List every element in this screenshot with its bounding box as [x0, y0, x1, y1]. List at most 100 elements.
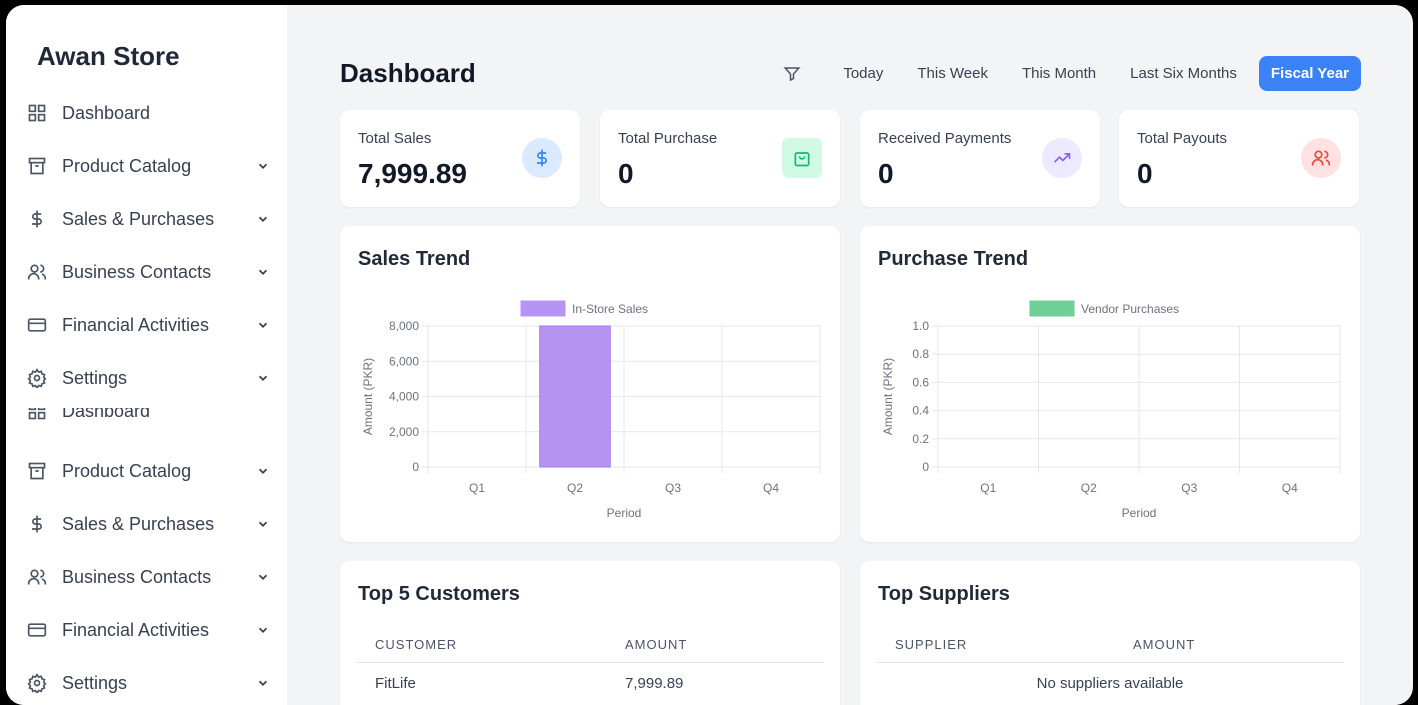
sidebar-item-label: Product Catalog — [62, 460, 192, 481]
dollar-icon — [26, 513, 48, 535]
chevron-down-icon[interactable] — [255, 370, 271, 386]
chevron-down-icon[interactable] — [255, 211, 271, 227]
sidebar-item-label: Dashboard — [62, 102, 151, 123]
sidebar-item-label: Business Contacts — [62, 566, 212, 587]
bar — [539, 325, 611, 468]
chevron-down-icon[interactable] — [255, 569, 271, 585]
divider — [876, 662, 1344, 663]
filter-fiscal-year[interactable]: Fiscal Year — [1258, 56, 1361, 91]
stat-label: Total Sales — [358, 130, 432, 147]
x-tick-label: Q4 — [1282, 481, 1298, 495]
shopping-bag-icon — [782, 138, 822, 178]
stat-value: 0 — [878, 158, 894, 189]
x-tick-label: Q2 — [1081, 481, 1097, 495]
y-tick-label: 1.0 — [912, 319, 929, 333]
y-tick-label: 0.8 — [912, 347, 929, 361]
y-tick-label: 0.2 — [912, 432, 929, 446]
stat-value: 0 — [618, 158, 634, 189]
dollar-icon — [522, 138, 562, 178]
sidebar-item-settings[interactable]: Settings — [26, 360, 271, 396]
sales-trend-chart: In-Store Sales 8,000 6,000 4,000 2,000 0 Q1 Q2 Q… — [361, 300, 821, 520]
sidebar-item-sales-purchases[interactable]: Sales & Purchases — [26, 201, 271, 237]
legend-label: In-Store Sales — [572, 302, 648, 316]
filter-this-week[interactable]: This Week — [905, 56, 1000, 91]
dollar-icon — [26, 208, 48, 230]
sidebar-item-label: Financial Activities — [62, 619, 210, 640]
sidebar-item-business-contacts[interactable]: Business Contacts — [26, 254, 271, 290]
sidebar-item-financial-activities[interactable]: Financial Activities — [26, 307, 271, 343]
filter-icon[interactable] — [781, 63, 803, 85]
sidebar-item-label: Financial Activities — [62, 314, 210, 335]
filter-last-six-months[interactable]: Last Six Months — [1118, 56, 1249, 91]
empty-state: No suppliers available — [1036, 675, 1184, 692]
stat-card-total-purchase: Total Purchase 0 — [600, 110, 840, 207]
users-icon — [26, 566, 48, 588]
stat-label: Total Purchase — [618, 130, 718, 147]
customer-name: FitLife — [375, 675, 416, 692]
x-axis-label: Period — [607, 506, 642, 520]
trending-up-icon — [1042, 138, 1082, 178]
purchase-trend-chart: Vendor Purchases 1.0 0.8 0.6 0.4 0.2 0 Q1 Q2 Q3 Q4… — [881, 300, 1341, 520]
chevron-down-icon[interactable] — [255, 516, 271, 532]
main-content: Dashboard Today This Week This Month Las… — [287, 5, 1413, 705]
column-header-supplier: SUPPLIER — [895, 637, 968, 652]
archive-icon — [26, 155, 48, 177]
sidebar-item-label: Settings — [62, 367, 128, 388]
chevron-down-icon[interactable] — [255, 317, 271, 333]
sales-trend-card: Sales Trend In-Store Sales 8,000 6,000 4,00… — [340, 226, 840, 542]
legend-label: Vendor Purchases — [1081, 302, 1179, 316]
brand-name: Awan Store — [37, 41, 180, 71]
chevron-down-icon[interactable] — [255, 622, 271, 638]
gear-icon — [26, 672, 48, 694]
stat-card-received-payments: Received Payments 0 — [860, 110, 1100, 207]
stat-card-total-payouts: Total Payouts 0 — [1119, 110, 1359, 207]
y-tick-label: 6,000 — [389, 354, 419, 368]
archive-icon — [26, 460, 48, 482]
x-tick-label: Q1 — [980, 481, 996, 495]
customer-amount: 7,999.89 — [625, 675, 684, 692]
column-header-amount: AMOUNT — [625, 637, 688, 652]
sidebar-item-product-catalog[interactable]: Product Catalog — [26, 453, 271, 489]
y-tick-label: 0.4 — [912, 404, 929, 418]
top-suppliers-card: Top Suppliers SUPPLIER AMOUNT No supplie… — [860, 561, 1360, 705]
x-tick-label: Q1 — [469, 481, 485, 495]
y-axis-label: Amount (PKR) — [361, 358, 375, 435]
column-header-customer: CUSTOMER — [375, 637, 458, 652]
y-axis-label: Amount (PKR) — [881, 358, 895, 435]
x-tick-label: Q3 — [1181, 481, 1197, 495]
grid-icon — [26, 102, 48, 124]
stat-value: 0 — [1137, 158, 1153, 189]
chevron-down-icon[interactable] — [255, 264, 271, 280]
chevron-down-icon[interactable] — [255, 675, 271, 691]
stat-card-total-sales: Total Sales 7,999.89 — [340, 110, 580, 207]
sidebar: Awan Store Dashboard Product Catalog Sales… — [6, 5, 287, 705]
users-icon — [1301, 138, 1341, 178]
top-customers-card: Top 5 Customers CUSTOMER AMOUNT FitLife … — [340, 561, 840, 705]
y-tick-label: 0 — [922, 460, 929, 474]
sidebar-item-dashboard[interactable]: Dashboard — [26, 95, 271, 131]
y-tick-label: 2,000 — [389, 425, 419, 439]
chevron-down-icon[interactable] — [255, 158, 271, 174]
x-axis-label: Period — [1122, 506, 1157, 520]
column-header-amount: AMOUNT — [1133, 637, 1196, 652]
table-title: Top Suppliers — [878, 583, 1010, 605]
sidebar-item-business-contacts[interactable]: Business Contacts — [26, 559, 271, 595]
app-window: Awan Store Dashboard Product Catalog Sales… — [6, 5, 1413, 705]
sidebar-item-product-catalog[interactable]: Product Catalog — [26, 148, 271, 184]
sidebar-item-financial-activities[interactable]: Financial Activities — [26, 612, 271, 648]
sidebar-item-label: Sales & Purchases — [62, 513, 215, 534]
filter-today[interactable]: Today — [831, 56, 895, 91]
y-tick-label: 0.6 — [912, 375, 929, 389]
sidebar-item-label: Product Catalog — [62, 155, 192, 176]
stat-label: Total Payouts — [1137, 130, 1228, 147]
users-icon — [26, 261, 48, 283]
filter-this-month[interactable]: This Month — [1010, 56, 1108, 91]
sidebar-item-settings[interactable]: Settings — [26, 665, 271, 701]
legend-swatch — [520, 300, 566, 317]
sidebar-item-sales-purchases[interactable]: Sales & Purchases — [26, 506, 271, 542]
date-filter-bar: Today This Week This Month Last Six Mont… — [781, 56, 1361, 91]
sidebar-item-label: Settings — [62, 672, 128, 693]
chevron-down-icon[interactable] — [255, 463, 271, 479]
sidebar-item-dashboard[interactable]: Dashboard — [26, 408, 271, 422]
divider — [356, 662, 824, 663]
